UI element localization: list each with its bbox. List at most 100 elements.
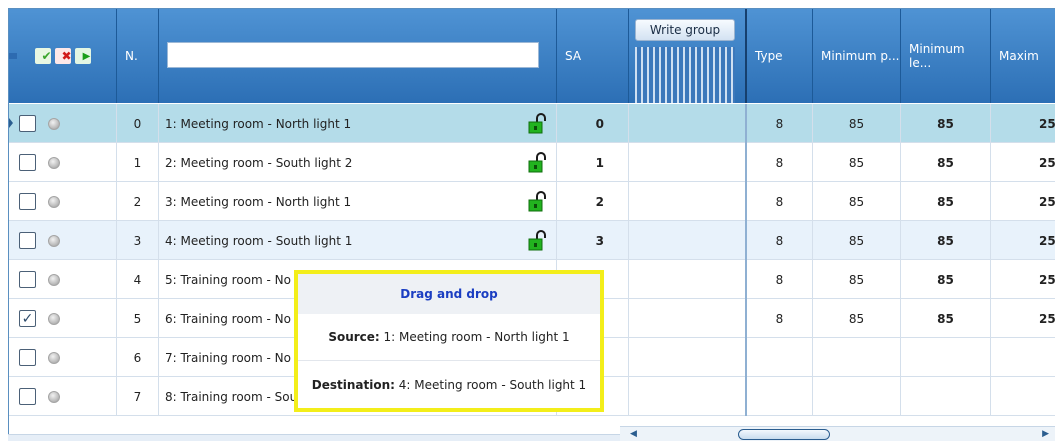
grid-header: ✔ ✖ ▶ N. SA Write group Type Minimum p..… — [9, 9, 1055, 103]
header-select-column: ✔ ✖ ▶ — [9, 9, 117, 103]
row-checkbox[interactable] — [19, 154, 36, 171]
write-group-button[interactable]: Write group — [635, 19, 735, 41]
cell-sa: 3 — [557, 221, 629, 260]
cell-write-group — [629, 104, 747, 143]
cell-name[interactable]: 1: Meeting room - North light 1 — [159, 104, 519, 143]
cell-sa: 1 — [557, 143, 629, 182]
cell-write-group — [629, 143, 747, 182]
cell-type: 8 — [747, 182, 813, 221]
cell-n: 6 — [117, 338, 159, 377]
cell-minimum-level: 85 — [901, 299, 991, 338]
cell-n: 0 — [117, 104, 159, 143]
scroll-right-icon[interactable]: ▶ — [1042, 429, 1049, 439]
cell-type: 8 — [747, 299, 813, 338]
cell-n: 5 — [117, 299, 159, 338]
row-select-cell: ✓ — [9, 299, 117, 338]
cell-n: 4 — [117, 260, 159, 299]
table-row[interactable]: 2 3: Meeting room - North light 1 2 8 85… — [9, 182, 1055, 221]
cell-sa: 2 — [557, 182, 629, 221]
cell-name[interactable]: 3: Meeting room - North light 1 — [159, 182, 519, 221]
cell-sa: 0 — [557, 104, 629, 143]
cell-minimum-level: 85 — [901, 104, 991, 143]
cell-minimum-level — [901, 377, 991, 416]
header-name-filter — [159, 9, 557, 103]
cell-type: 8 — [747, 221, 813, 260]
header-marker — [9, 53, 17, 59]
cell-minimum-p: 85 — [813, 299, 901, 338]
play-icon[interactable]: ▶ — [74, 48, 91, 64]
row-select-cell — [9, 182, 117, 221]
status-dot-icon — [48, 117, 60, 130]
row-checkbox[interactable]: ✓ — [19, 310, 36, 327]
status-dot-icon — [48, 312, 60, 325]
cell-maximum: 25 — [1039, 116, 1055, 131]
table-row[interactable]: 0 1: Meeting room - North light 1 0 8 85… — [9, 104, 1055, 143]
cell-minimum-p: 85 — [813, 221, 901, 260]
status-dot-icon — [48, 234, 60, 247]
uncheck-all-icon[interactable]: ✖ — [54, 48, 72, 64]
cell-minimum-p: 85 — [813, 260, 901, 299]
cell-lock — [519, 182, 557, 221]
cell-n: 3 — [117, 221, 159, 260]
cell-type — [747, 338, 813, 377]
drag-drop-title: Drag and drop — [298, 274, 600, 314]
unlock-icon[interactable] — [527, 190, 549, 213]
unlock-icon[interactable] — [527, 229, 549, 252]
check-all-icon[interactable]: ✔ — [34, 48, 52, 64]
horizontal-scroll-left-pane — [8, 434, 620, 441]
cell-n: 7 — [117, 377, 159, 416]
cell-name[interactable]: 4: Meeting room - South light 1 — [159, 221, 519, 260]
table-row[interactable]: 3 4: Meeting room - South light 1 3 8 85… — [9, 221, 1055, 260]
unlock-icon[interactable] — [527, 112, 549, 135]
cell-maximum: 25 — [1039, 233, 1055, 248]
cell-minimum-level — [901, 338, 991, 377]
cell-lock — [519, 221, 557, 260]
row-select-cell — [9, 104, 117, 143]
cell-maximum: 25 — [1039, 155, 1055, 170]
header-sa[interactable]: SA — [557, 9, 629, 103]
cell-maximum: 25 — [1039, 272, 1055, 287]
cell-type: 8 — [747, 143, 813, 182]
status-dot-icon — [48, 351, 60, 364]
cell-type: 8 — [747, 104, 813, 143]
cell-write-group — [629, 377, 747, 416]
row-checkbox[interactable] — [19, 271, 36, 288]
cell-minimum-p: 85 — [813, 143, 901, 182]
status-dot-icon — [48, 273, 60, 286]
header-maximum[interactable]: Maxim — [991, 9, 1055, 103]
row-select-cell — [9, 377, 117, 416]
status-dot-icon — [48, 390, 60, 403]
group-bits-header — [635, 47, 735, 103]
cell-maximum — [991, 377, 1055, 416]
scroll-thumb[interactable] — [738, 429, 830, 440]
name-filter-input[interactable] — [167, 42, 539, 68]
cell-minimum-p: 85 — [813, 104, 901, 143]
status-dot-icon — [48, 195, 60, 208]
cell-type: 8 — [747, 260, 813, 299]
drag-destination: Destination: 4: Meeting room - South lig… — [311, 377, 587, 392]
cell-name[interactable]: 2: Meeting room - South light 2 — [159, 143, 519, 182]
cell-minimum-p — [813, 377, 901, 416]
cell-minimum-p — [813, 338, 901, 377]
row-select-cell — [9, 143, 117, 182]
unlock-icon[interactable] — [527, 151, 549, 174]
row-checkbox[interactable] — [19, 115, 36, 132]
header-n[interactable]: N. — [117, 9, 159, 103]
horizontal-scrollbar[interactable]: ◀ ▶ — [620, 426, 1055, 441]
header-minimum-level[interactable]: Minimum le... — [901, 9, 991, 103]
header-minimum-p[interactable]: Minimum p... — [813, 9, 901, 103]
row-checkbox[interactable] — [19, 232, 36, 249]
cell-n: 1 — [117, 143, 159, 182]
cell-write-group — [629, 299, 747, 338]
cell-minimum-p: 85 — [813, 182, 901, 221]
header-type[interactable]: Type — [747, 9, 813, 103]
row-checkbox[interactable] — [19, 349, 36, 366]
cell-n: 2 — [117, 182, 159, 221]
scroll-left-icon[interactable]: ◀ — [630, 429, 637, 439]
header-write-group: Write group — [629, 9, 747, 103]
row-checkbox[interactable] — [19, 388, 36, 405]
row-checkbox[interactable] — [19, 193, 36, 210]
cell-lock — [519, 104, 557, 143]
table-row[interactable]: 1 2: Meeting room - South light 2 1 8 85… — [9, 143, 1055, 182]
row-select-cell — [9, 338, 117, 377]
